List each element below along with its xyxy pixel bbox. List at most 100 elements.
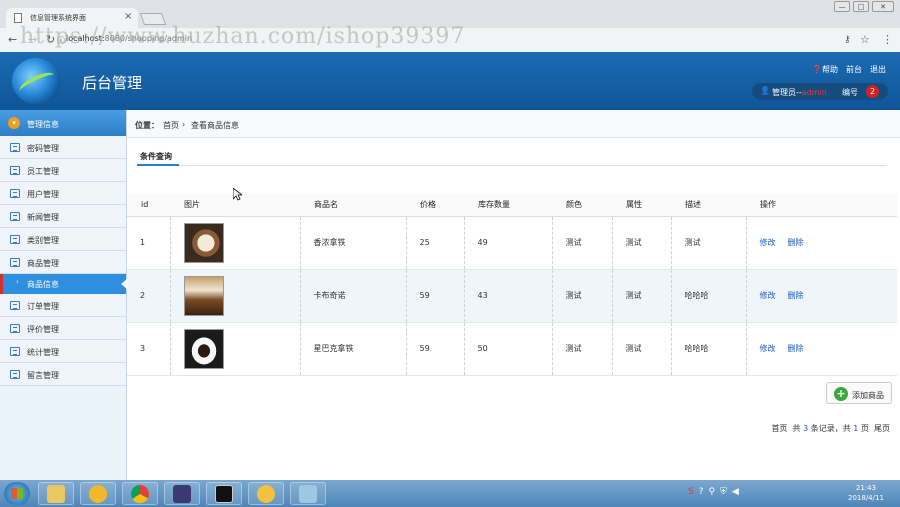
breadcrumb-home[interactable]: 首页 xyxy=(163,120,179,131)
column-header: 库存数量 xyxy=(464,194,552,217)
add-product-button[interactable]: + 添加商品 xyxy=(826,382,892,404)
app-icon xyxy=(89,485,107,503)
edit-link[interactable]: 修改 xyxy=(760,344,776,353)
network-icon[interactable]: ⚲ xyxy=(709,487,716,497)
list-icon xyxy=(10,324,20,333)
taskbar-cmd[interactable] xyxy=(206,482,242,505)
cell-actions: 修改 删除 xyxy=(745,216,897,270)
system-tray: S ? ⚲ ⛨ ◀ xyxy=(688,487,739,497)
cell-stock: 49 xyxy=(463,216,552,270)
pager-text: 条记录，共 xyxy=(810,424,851,433)
breadcrumb: 位置： 首页 › 查看商品信息 xyxy=(127,110,900,138)
cell-color: 测试 xyxy=(551,216,612,270)
list-icon xyxy=(10,143,20,152)
shield-icon[interactable]: ⛨ xyxy=(720,487,727,497)
column-header: 颜色 xyxy=(552,194,612,217)
minimize-button[interactable]: — xyxy=(834,1,850,12)
question-icon: ❓ xyxy=(812,65,822,74)
globe-logo-icon xyxy=(12,58,60,104)
breadcrumb-label: 位置： xyxy=(135,121,159,130)
help-link[interactable]: ❓帮助 xyxy=(812,64,838,75)
sidebar-item-messages[interactable]: 留言管理 xyxy=(0,363,126,386)
bookmark-star-icon[interactable]: ☆ xyxy=(860,33,870,46)
taskbar-explorer[interactable] xyxy=(38,482,74,505)
cell-color: 测试 xyxy=(551,322,612,376)
back-arrow-icon[interactable]: ← xyxy=(8,33,17,46)
sidebar-header-label: 管理信息 xyxy=(27,120,59,129)
list-icon xyxy=(10,166,20,175)
start-button-icon[interactable] xyxy=(4,482,30,505)
cell-price: 59 xyxy=(405,269,464,323)
cell-stock: 50 xyxy=(463,322,552,376)
sidebar-item-category[interactable]: 类别管理 xyxy=(0,228,126,251)
sidebar-item-password[interactable]: 密码管理 xyxy=(0,136,126,159)
sogou-icon[interactable]: S xyxy=(688,487,694,497)
sidebar-item-stats[interactable]: 统计管理 xyxy=(0,340,126,363)
sidebar-header[interactable]: ▾ 管理信息 xyxy=(0,110,126,136)
list-icon xyxy=(10,189,20,198)
sidebar-item-label: 类别管理 xyxy=(27,236,59,245)
sidebar-item-label: 员工管理 xyxy=(27,167,59,176)
home-link[interactable]: 前台 xyxy=(846,64,862,75)
sidebar-item-reviews[interactable]: 评价管理 xyxy=(0,317,126,340)
sidebar-item-label: 评价管理 xyxy=(27,325,59,334)
user-icon: 👤 xyxy=(760,86,770,95)
edit-link[interactable]: 修改 xyxy=(760,238,776,247)
last-page-link[interactable]: 尾页 xyxy=(874,424,890,433)
help-label: 帮助 xyxy=(822,65,838,74)
help-icon[interactable]: ? xyxy=(699,487,704,497)
table-row: 2 卡布奇诺 59 43 测试 测试 哈哈哈 修改 删除 xyxy=(127,269,897,323)
close-window-button[interactable]: ✕ xyxy=(872,1,894,12)
cell-id: 2 xyxy=(127,269,170,323)
sidebar-item-news[interactable]: 新闻管理 xyxy=(0,205,126,228)
breadcrumb-separator: › xyxy=(182,120,186,129)
tab-condition-search[interactable]: 条件查询 xyxy=(140,151,172,162)
table-row: 3 星巴克拿铁 59 50 测试 测试 哈哈哈 修改 删除 xyxy=(127,322,897,376)
volume-icon[interactable]: ◀ xyxy=(732,487,739,497)
cell-price: 25 xyxy=(405,216,464,270)
watermark-text: https://www.huzhan.com/ishop39397 xyxy=(20,24,466,49)
list-icon xyxy=(10,235,20,244)
list-icon xyxy=(10,370,20,379)
list-icon xyxy=(10,347,20,356)
chevron-down-icon: ▾ xyxy=(8,117,20,129)
cell-name: 卡布奇诺 xyxy=(299,269,406,323)
product-image xyxy=(183,222,224,263)
sidebar-item-users[interactable]: 用户管理 xyxy=(0,182,126,205)
delete-link[interactable]: 删除 xyxy=(788,344,804,353)
sidebar-subitem-product-info[interactable]: › 商品信息 xyxy=(0,274,127,294)
sidebar-item-label: 密码管理 xyxy=(27,144,59,153)
eclipse-icon xyxy=(173,485,191,503)
close-tab-icon[interactable]: × xyxy=(124,11,132,22)
edit-link[interactable]: 修改 xyxy=(760,291,776,300)
taskbar: S ? ⚲ ⛨ ◀ 21:43 2018/4/11 xyxy=(0,480,900,507)
sidebar-subitem-label: 商品信息 xyxy=(27,280,59,289)
app-title: 后台管理 xyxy=(82,74,143,92)
sidebar-item-label: 统计管理 xyxy=(27,348,59,357)
key-icon[interactable]: ⚷ xyxy=(844,35,851,45)
taskbar-app-6[interactable] xyxy=(248,482,284,505)
cell-id: 1 xyxy=(127,216,170,270)
maximize-button[interactable]: □ xyxy=(853,1,869,12)
taskbar-app-2[interactable] xyxy=(80,482,116,505)
delete-link[interactable]: 删除 xyxy=(788,238,804,247)
sidebar-item-products[interactable]: 商品管理 xyxy=(0,251,126,274)
sidebar-item-staff[interactable]: 员工管理 xyxy=(0,159,126,182)
list-icon xyxy=(10,212,20,221)
taskbar-chrome[interactable] xyxy=(122,482,158,505)
sidebar-item-orders[interactable]: 订单管理 xyxy=(0,294,126,317)
taskbar-eclipse[interactable] xyxy=(164,482,200,505)
list-icon xyxy=(10,258,20,267)
number-label: 编号 xyxy=(842,88,858,97)
delete-link[interactable]: 删除 xyxy=(788,291,804,300)
chrome-icon xyxy=(131,485,149,503)
cell-desc: 哈哈哈 xyxy=(670,322,746,376)
taskbar-app-7[interactable] xyxy=(290,482,326,505)
search-divider xyxy=(137,164,887,166)
logout-link[interactable]: 退出 xyxy=(870,64,886,75)
plus-icon: + xyxy=(834,387,848,401)
clock: 21:43 2018/4/11 xyxy=(848,483,884,503)
menu-dots-icon[interactable]: ⋮ xyxy=(882,33,893,46)
top-links: ❓帮助 前台 退出 xyxy=(812,64,886,75)
first-page-link[interactable]: 首页 xyxy=(771,424,787,433)
